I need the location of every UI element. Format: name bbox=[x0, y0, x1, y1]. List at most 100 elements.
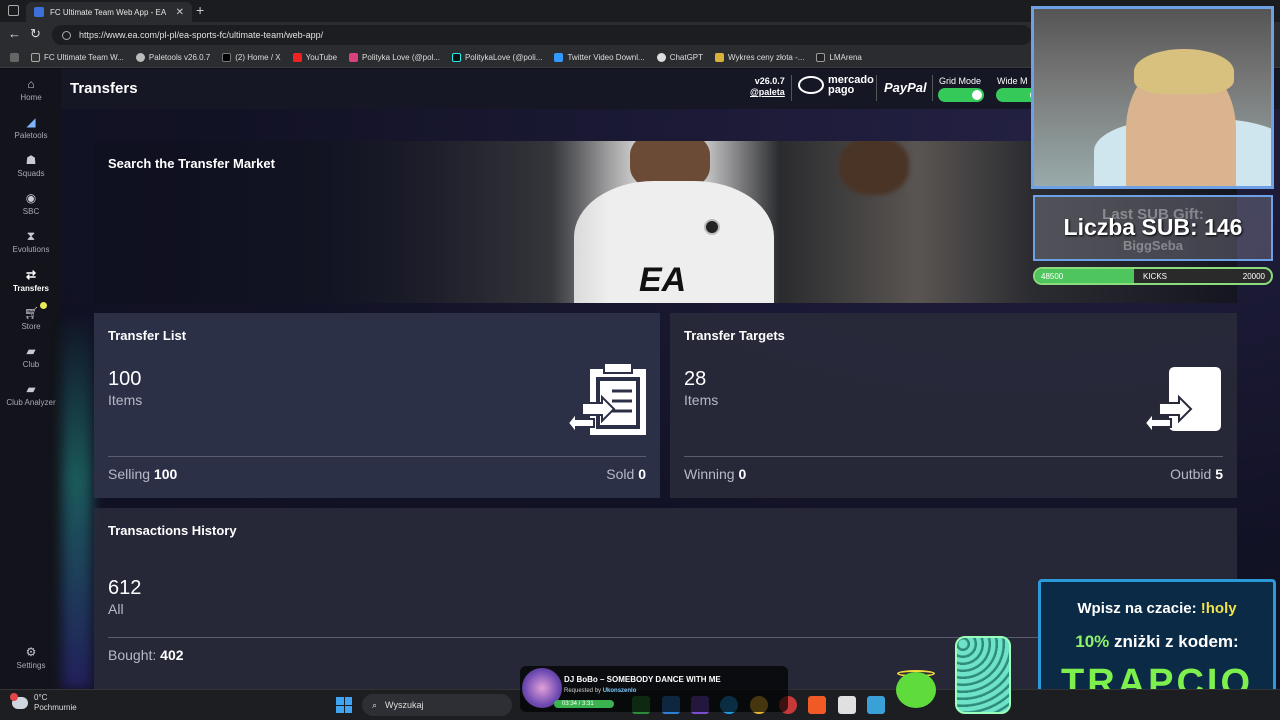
weather-condition: Pochmurnie bbox=[34, 703, 77, 712]
bookmark-paletools[interactable]: Paletools v26.0.7 bbox=[135, 53, 210, 62]
cart-icon: 🛒︎ bbox=[24, 306, 40, 320]
mercado-pago-button[interactable]: mercado pago bbox=[798, 74, 874, 96]
url-text: https://www.ea.com/pl-pl/ea-sports-fc/ul… bbox=[79, 30, 324, 40]
bookmark-lmarena[interactable]: LMArena bbox=[816, 53, 862, 62]
temperature: 0°C bbox=[34, 693, 48, 702]
transfer-targets-card[interactable]: Transfer Targets 28 Items Winning 0 Outb… bbox=[670, 313, 1237, 498]
mercado-label: mercado pago bbox=[828, 74, 874, 96]
outbid-stat: Outbid 5 bbox=[1170, 466, 1223, 482]
divider bbox=[932, 75, 933, 101]
new-tab-icon[interactable]: + bbox=[196, 2, 204, 18]
webcam-hair bbox=[1134, 49, 1234, 94]
author-link[interactable]: @paleta bbox=[750, 87, 785, 98]
song-title: DJ BoBo – SOMEBODY DANCE WITH ME bbox=[564, 675, 721, 684]
store-notification-dot bbox=[40, 302, 47, 309]
x-icon bbox=[222, 53, 232, 62]
bookmark-x[interactable]: (2) Home / X bbox=[222, 53, 281, 62]
requested-by: Requested by Ukonszenlo bbox=[564, 688, 637, 694]
notification-badge bbox=[10, 693, 18, 701]
gold-icon bbox=[715, 53, 725, 62]
search-placeholder: Wyszukaj bbox=[385, 700, 424, 710]
kicks-current: 48500 bbox=[1041, 272, 1064, 281]
nav-squads[interactable]: ☗ Squads bbox=[0, 153, 62, 178]
transfer-list-card[interactable]: Transfer List 100 Items Selling 100 Sold… bbox=[94, 313, 660, 498]
sub-count: Liczba SUB: 146 bbox=[1063, 214, 1243, 240]
side-navigation: ⌂ Home ◢ Paletools ☗ Squads ◉ SBC ⧗ Evolution… bbox=[0, 69, 62, 689]
club-icon: ▰ bbox=[26, 344, 36, 358]
apps-icon[interactable] bbox=[10, 53, 19, 62]
globe-icon bbox=[135, 53, 145, 62]
fc-icon bbox=[31, 53, 40, 62]
nav-home[interactable]: ⌂ Home bbox=[0, 77, 62, 102]
search-icon: ⌕ bbox=[372, 699, 378, 710]
transfers-icon: ⇄ bbox=[25, 268, 37, 282]
paletools-icon: ◢ bbox=[26, 115, 36, 129]
winning-stat: Winning 0 bbox=[684, 466, 747, 482]
bookmark-chatgpt[interactable]: ChatGPT bbox=[656, 53, 703, 62]
nav-sbc[interactable]: ◉ SBC bbox=[0, 191, 62, 216]
last-sub-name: BiggSeba bbox=[1123, 238, 1183, 253]
weather-widget[interactable]: 0°C Pochmurnie bbox=[10, 693, 77, 713]
item-count: 100 bbox=[108, 368, 142, 390]
selling-stat: Selling 100 bbox=[108, 466, 178, 482]
window-menu-icon[interactable] bbox=[8, 5, 19, 16]
banner-title: Search the Transfer Market bbox=[108, 156, 275, 171]
version-label: v26.0.7 bbox=[754, 76, 785, 86]
bookmark-tiktok[interactable]: PolitykaLove (@poli... bbox=[451, 53, 542, 62]
coin-jar-widget bbox=[955, 636, 1011, 714]
bookmark-fc[interactable]: FC Ultimate Team W... bbox=[31, 53, 124, 62]
frog-mascot bbox=[896, 672, 936, 708]
squads-icon: ☗ bbox=[25, 153, 37, 167]
evolutions-icon: ⧗ bbox=[26, 229, 36, 243]
kicks-goal-bar: 48500 KICKS 20000 bbox=[1033, 267, 1273, 285]
chatgpt-icon bbox=[656, 53, 666, 62]
tiktok-icon bbox=[451, 53, 461, 62]
nav-club-analyzer[interactable]: ▰ Club Analyzer bbox=[0, 382, 62, 408]
bookmark-gold-chart[interactable]: Wykres ceny złota -... bbox=[715, 53, 804, 62]
handshake-icon bbox=[798, 76, 824, 94]
photos-icon[interactable] bbox=[867, 696, 885, 714]
sold-stat: Sold 0 bbox=[606, 466, 646, 482]
nav-club[interactable]: ▰ Club bbox=[0, 344, 62, 369]
browser-tab[interactable]: FC Ultimate Team Web App - EA ✕ bbox=[26, 2, 192, 22]
nav-settings[interactable]: ⚙ Settings bbox=[0, 645, 62, 670]
close-tab-icon[interactable]: ✕ bbox=[176, 7, 184, 18]
bookmark-instagram[interactable]: Polityka Love (@pol... bbox=[349, 53, 440, 62]
download-icon bbox=[554, 53, 564, 62]
page-title: Transfers bbox=[70, 80, 138, 97]
start-button[interactable] bbox=[336, 697, 352, 713]
bookmark-twitter-video[interactable]: Twitter Video Downl... bbox=[554, 53, 645, 62]
taskbar-search[interactable]: ⌕ Wyszukaj bbox=[362, 694, 512, 716]
sbc-icon: ◉ bbox=[25, 191, 37, 205]
nav-evolutions[interactable]: ⧗ Evolutions bbox=[0, 229, 62, 254]
instagram-icon bbox=[349, 53, 359, 62]
nav-paletools[interactable]: ◢ Paletools bbox=[0, 115, 62, 140]
brave-icon[interactable] bbox=[808, 696, 826, 714]
kicks-label: KICKS bbox=[1143, 272, 1168, 281]
divider bbox=[791, 75, 792, 101]
item-unit: Items bbox=[684, 392, 719, 408]
clipboard-transfer-icon bbox=[568, 363, 646, 436]
version-info: v26.0.7 @paleta bbox=[750, 76, 785, 98]
divider bbox=[108, 456, 646, 457]
site-info-icon[interactable] bbox=[62, 30, 71, 40]
nav-transfers[interactable]: ⇄ Transfers bbox=[0, 268, 62, 293]
grid-mode-toggle[interactable] bbox=[938, 88, 984, 102]
youtube-icon bbox=[292, 53, 302, 62]
decorative-glow bbox=[62, 309, 92, 689]
paypal-button[interactable]: PayPal bbox=[884, 80, 927, 95]
url-input[interactable]: https://www.ea.com/pl-pl/ea-sports-fc/ul… bbox=[52, 25, 1032, 45]
promo-line-1: Wpisz na czacie: !holy bbox=[1077, 600, 1237, 617]
kicks-goal: 20000 bbox=[1242, 272, 1265, 281]
home-icon: ⌂ bbox=[27, 77, 35, 91]
card-title: Transactions History bbox=[108, 523, 237, 538]
now-playing-widget: DJ BoBo – SOMEBODY DANCE WITH ME Request… bbox=[520, 666, 788, 712]
reload-icon[interactable]: ↻ bbox=[30, 26, 41, 42]
cloud-icon bbox=[10, 693, 28, 709]
nav-store[interactable]: 🛒︎ Store bbox=[0, 306, 62, 331]
back-icon[interactable]: ← bbox=[8, 26, 21, 41]
vivaldi-icon[interactable] bbox=[838, 696, 856, 714]
bookmark-youtube[interactable]: YouTube bbox=[292, 53, 337, 62]
song-time: 03:34 / 3:31 bbox=[554, 700, 614, 708]
card-title: Transfer List bbox=[108, 328, 187, 343]
